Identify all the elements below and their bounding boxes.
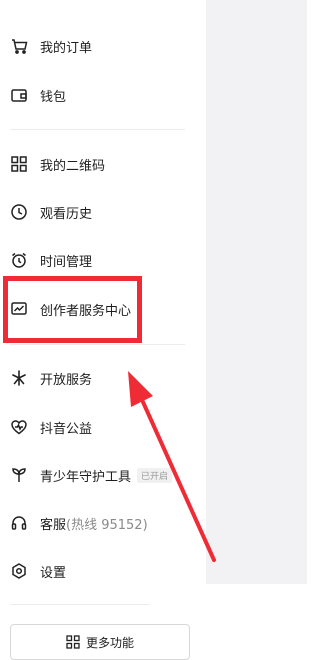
annotation-arrow [128,371,216,562]
